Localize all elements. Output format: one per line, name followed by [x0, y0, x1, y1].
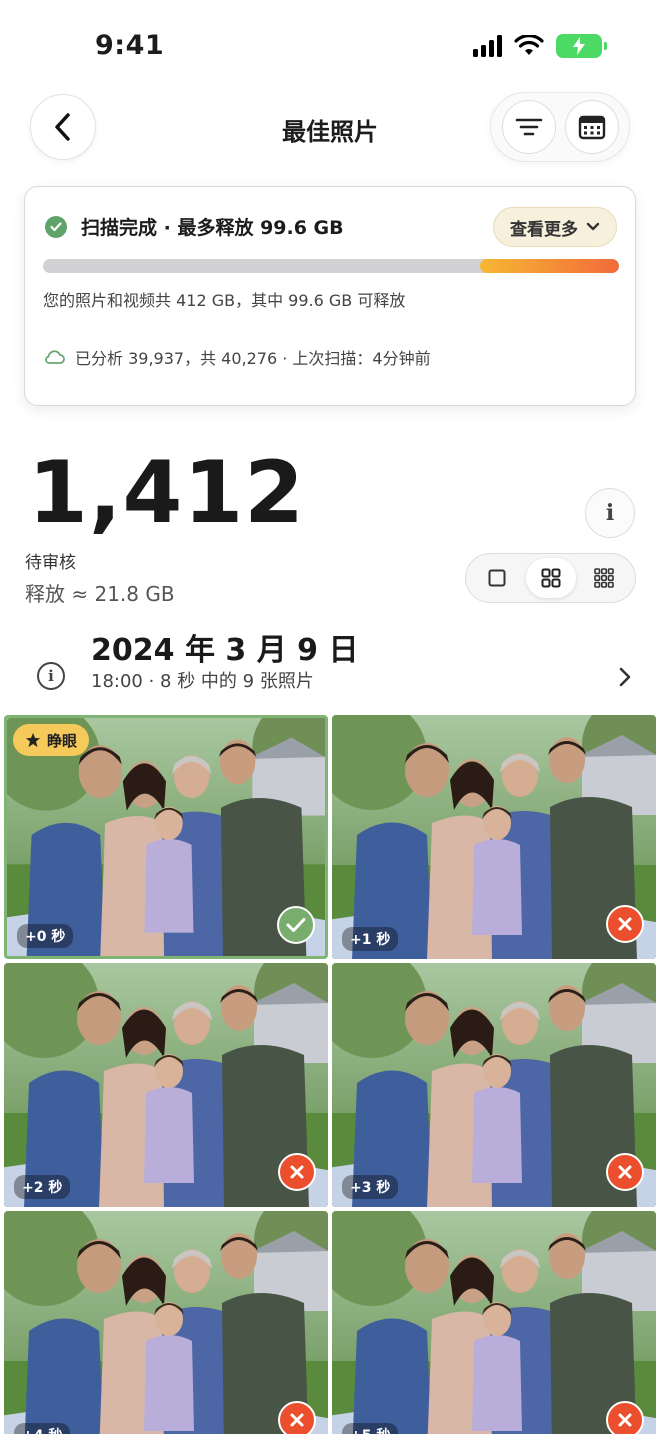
- info-button[interactable]: i: [585, 488, 635, 538]
- reject-x-icon[interactable]: [606, 1153, 644, 1191]
- header-actions: [490, 92, 630, 162]
- status-bar: 9:41: [0, 0, 660, 90]
- time-offset-label: +1 秒: [342, 927, 399, 951]
- status-time: 9:41: [95, 30, 165, 61]
- reject-x-icon[interactable]: [278, 1401, 316, 1434]
- family-photo-image: [4, 1211, 328, 1434]
- see-more-label: 查看更多: [510, 219, 578, 240]
- scan-summary-card: 扫描完成 · 最多释放 99.6 GB 查看更多 您的照片和视频共 412 GB…: [24, 186, 636, 406]
- view-single-button[interactable]: [472, 558, 522, 598]
- chevron-down-icon: [586, 222, 600, 231]
- eyes-open-badge: 睁眼: [13, 724, 90, 756]
- grid-3x3-icon: [594, 568, 614, 588]
- scan-status-text: 扫描完成 · 最多释放 99.6 GB: [81, 217, 344, 239]
- time-offset-label: +3 秒: [342, 1175, 399, 1199]
- reject-x-icon[interactable]: [606, 905, 644, 943]
- pending-count: 1,412: [28, 443, 306, 543]
- photo-tile[interactable]: +5 秒: [332, 1211, 656, 1434]
- time-offset-label: +0 秒: [17, 924, 74, 948]
- photo-tile[interactable]: +1 秒: [332, 715, 656, 959]
- photo-tile[interactable]: 睁眼 +0 秒: [4, 715, 328, 959]
- time-offset-label: +4 秒: [14, 1423, 71, 1434]
- storage-summary: 您的照片和视频共 412 GB，其中 99.6 GB 可释放: [43, 291, 406, 310]
- group-subtitle: 18:00 · 8 秒 中的 9 张照片: [91, 671, 314, 692]
- filter-icon: [515, 118, 542, 136]
- photo-grid: 睁眼 +0 秒 +1 秒 +2 秒 +3 秒 +4 秒 +5 秒: [4, 715, 656, 1434]
- group-info-icon[interactable]: i: [37, 662, 65, 690]
- calendar-icon: [578, 115, 605, 140]
- square-icon: [488, 569, 506, 587]
- wifi-icon: [514, 35, 544, 55]
- status-icons: [473, 34, 607, 58]
- release-progress-fill: [479, 259, 619, 273]
- family-photo-image: [332, 1211, 656, 1434]
- time-offset-label: +2 秒: [14, 1175, 71, 1199]
- calendar-button[interactable]: [564, 100, 619, 154]
- analysis-status: 已分析 39,937，共 40,276 · 上次扫描：4分钟前: [43, 345, 431, 369]
- check-circle-icon: [45, 215, 67, 238]
- cellular-signal-icon: [473, 35, 502, 57]
- scan-status: 扫描完成 · 最多释放 99.6 GB: [45, 213, 344, 240]
- info-icon: i: [605, 500, 615, 526]
- photo-tile[interactable]: +4 秒: [4, 1211, 328, 1434]
- photo-tile[interactable]: +2 秒: [4, 963, 328, 1207]
- view-grid-medium-button[interactable]: [525, 558, 576, 598]
- pending-label: 待审核: [25, 553, 76, 573]
- photo-tile[interactable]: +3 秒: [332, 963, 656, 1207]
- reject-x-icon[interactable]: [278, 1153, 316, 1191]
- chevron-right-icon[interactable]: [618, 666, 632, 688]
- analysis-text: 已分析 39,937，共 40,276 · 上次扫描：4分钟前: [75, 349, 431, 368]
- group-date: 2024 年 3 月 9 日: [91, 633, 359, 668]
- release-progress-bar: [43, 259, 619, 273]
- star-icon: [26, 733, 40, 747]
- cloud-icon: [45, 350, 65, 364]
- view-grid-small-button[interactable]: [579, 558, 629, 598]
- filter-button[interactable]: [501, 100, 556, 154]
- battery-charging-icon: [556, 34, 607, 58]
- see-more-button[interactable]: 查看更多: [493, 207, 617, 247]
- view-size-toggle: [465, 553, 636, 603]
- grid-2x2-icon: [541, 568, 560, 588]
- release-estimate: 释放 ≈ 21.8 GB: [25, 582, 175, 606]
- header: 最佳照片: [0, 90, 660, 170]
- keep-check-icon[interactable]: [277, 906, 315, 944]
- eyes-open-label: 睁眼: [47, 731, 78, 750]
- time-offset-label: +5 秒: [342, 1423, 399, 1434]
- reject-x-icon[interactable]: [606, 1401, 644, 1434]
